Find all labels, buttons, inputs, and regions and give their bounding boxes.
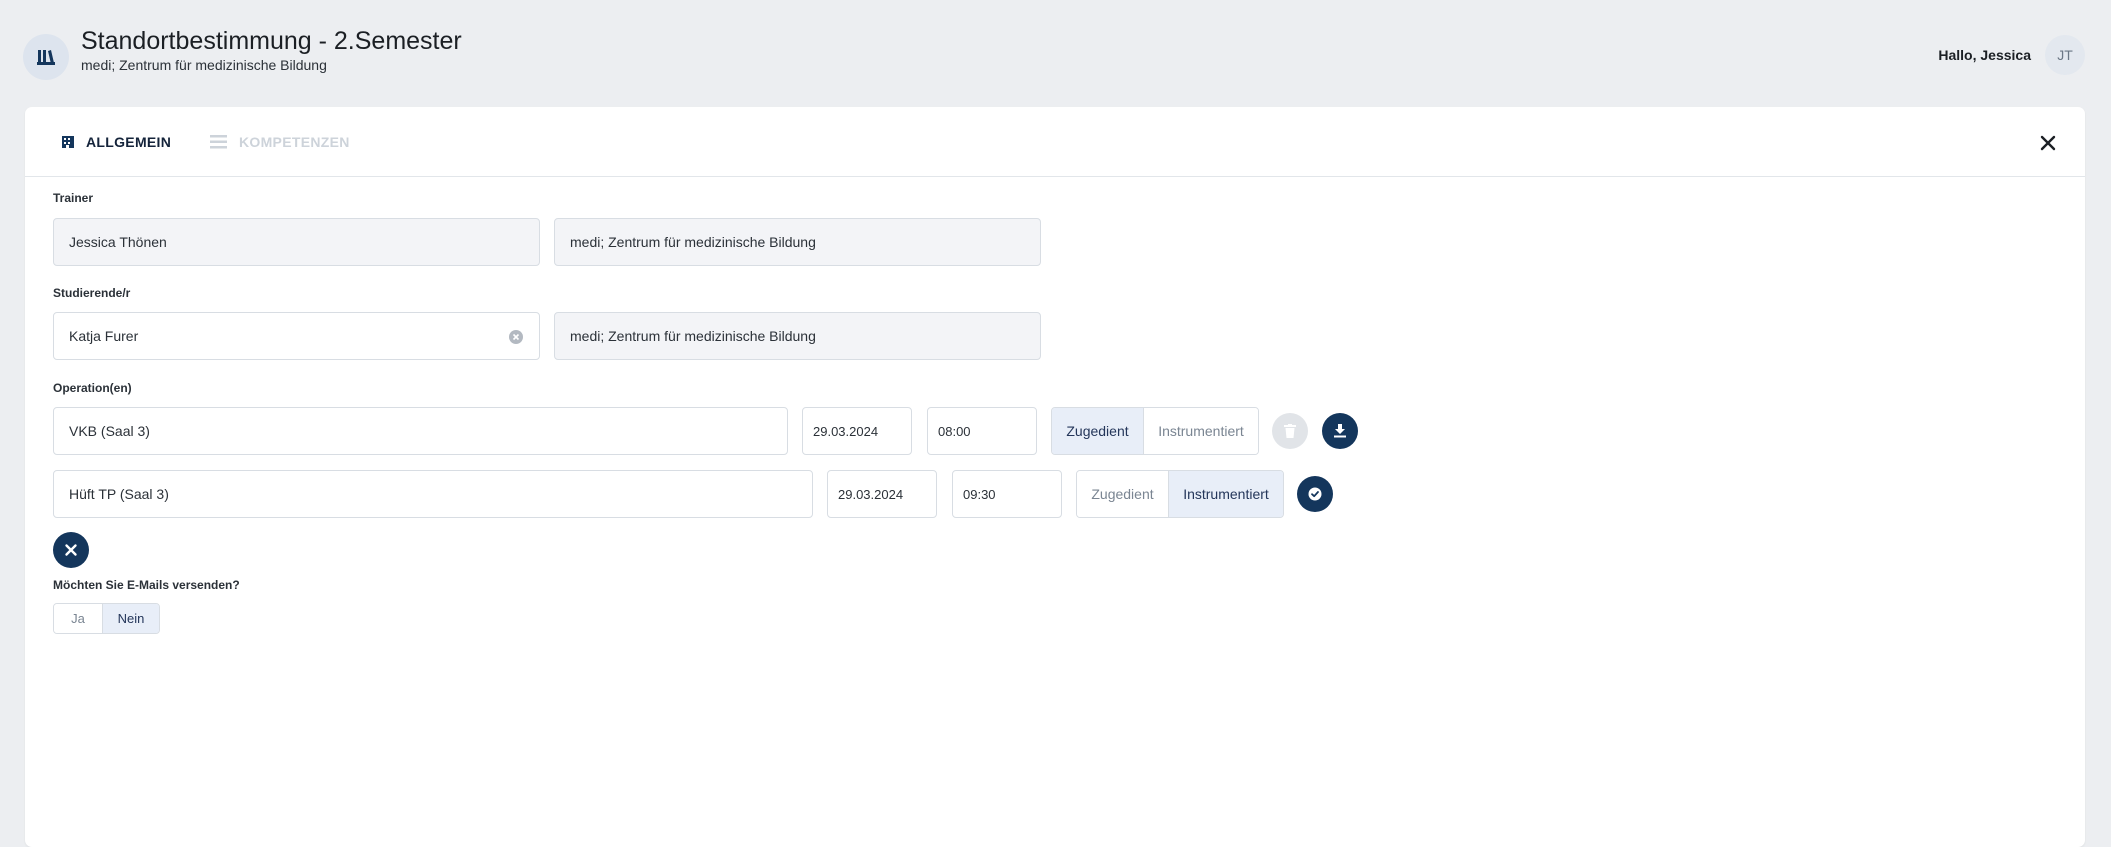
delete-button[interactable] <box>1272 413 1308 449</box>
role-option-zugedient[interactable]: Zugedient <box>1077 471 1168 517</box>
library-books-icon[interactable] <box>23 34 69 80</box>
list-icon <box>210 135 227 149</box>
role-option-zugedient[interactable]: Zugedient <box>1052 408 1143 454</box>
email-option-nein[interactable]: Nein <box>102 604 159 633</box>
operations-label: Operation(en) <box>53 381 132 395</box>
student-name-value: Katja Furer <box>69 328 139 344</box>
tab-label: KOMPETENZEN <box>239 134 350 150</box>
trainer-label: Trainer <box>53 191 94 205</box>
avatar[interactable]: JT <box>2045 35 2085 75</box>
trainer-organization-field: medi; Zentrum für medizinische Bildung <box>554 218 1041 266</box>
role-option-instrumentiert[interactable]: Instrumentiert <box>1143 408 1258 454</box>
role-option-instrumentiert[interactable]: Instrumentiert <box>1168 471 1283 517</box>
check-circle-icon <box>1308 487 1322 501</box>
student-label: Studierende/r <box>53 286 131 300</box>
tab-bar: ALLGEMEIN KOMPETENZEN <box>25 107 2085 177</box>
confirm-button[interactable] <box>1297 476 1333 512</box>
remove-operation-button[interactable] <box>53 532 89 568</box>
tab-label: ALLGEMEIN <box>86 134 172 150</box>
email-question-label: Möchten Sie E-Mails versenden? <box>53 578 240 592</box>
tab-kompetenzen[interactable]: KOMPETENZEN <box>210 131 350 153</box>
operation-name-input[interactable]: VKB (Saal 3) <box>53 407 788 455</box>
page-subtitle: medi; Zentrum für medizinische Bildung <box>81 57 327 73</box>
student-select[interactable]: Katja Furer <box>53 312 540 360</box>
close-icon <box>2040 135 2056 151</box>
operation-name-input[interactable]: Hüft TP (Saal 3) <box>53 470 813 518</box>
app-header: Standortbestimmung - 2.Semester medi; Ze… <box>0 0 2111 107</box>
download-button[interactable] <box>1322 413 1358 449</box>
operation-time-input[interactable]: 09:30 <box>952 470 1062 518</box>
form-card: ALLGEMEIN KOMPETENZEN Trainer Jessica Th… <box>25 107 2085 847</box>
close-icon <box>65 544 77 556</box>
clear-icon[interactable] <box>509 330 523 344</box>
close-button[interactable] <box>2036 131 2060 155</box>
operation-date-input[interactable]: 29.03.2024 <box>802 407 912 455</box>
trainer-name-field: Jessica Thönen <box>53 218 540 266</box>
student-organization-field: medi; Zentrum für medizinische Bildung <box>554 312 1041 360</box>
operation-date-input[interactable]: 29.03.2024 <box>827 470 937 518</box>
role-toggle: Zugedient Instrumentiert <box>1051 407 1259 455</box>
trash-icon <box>1284 424 1296 438</box>
tab-allgemein[interactable]: ALLGEMEIN <box>62 131 171 153</box>
download-icon <box>1334 424 1346 438</box>
page-title: Standortbestimmung - 2.Semester <box>81 27 462 55</box>
role-toggle: Zugedient Instrumentiert <box>1076 470 1284 518</box>
email-option-ja[interactable]: Ja <box>54 604 102 633</box>
email-toggle: Ja Nein <box>53 603 160 634</box>
user-greeting: Hallo, Jessica <box>1938 47 2031 63</box>
building-icon <box>62 136 74 148</box>
operation-time-input[interactable]: 08:00 <box>927 407 1037 455</box>
